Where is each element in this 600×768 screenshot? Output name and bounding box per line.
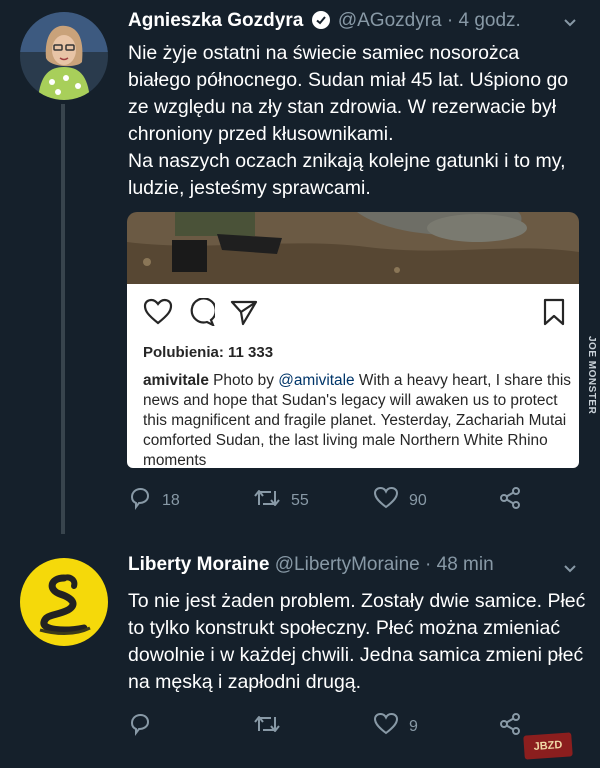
share-button[interactable] <box>498 712 522 741</box>
caption-user[interactable]: amivitale <box>143 372 209 389</box>
tweet-time[interactable]: · 4 godz. <box>447 10 521 31</box>
reply-icon <box>128 486 152 515</box>
tweet-header: Liberty Moraine @LibertyMoraine · 48 min <box>128 554 494 576</box>
reply-button[interactable] <box>128 712 162 741</box>
share-button[interactable] <box>498 486 522 515</box>
instagram-caption: amivitale Photo by @amivitale With a hea… <box>143 371 573 468</box>
tweet-actions: 18 55 90 <box>128 486 568 516</box>
retweet-count: 55 <box>291 491 309 509</box>
tweet-paragraph: Nie żyje ostatni na świecie samiec nosor… <box>128 42 569 145</box>
retweet-button[interactable]: 55 <box>253 486 309 515</box>
like-icon <box>373 486 399 515</box>
instagram-actions <box>143 297 268 331</box>
retweet-button[interactable] <box>253 712 291 741</box>
retweet-icon <box>253 486 281 515</box>
tweet-agnieszka: Agnieszka Gozdyra @AGozdyra · 4 godz. Ni… <box>0 0 600 534</box>
like-button[interactable]: 9 <box>373 712 418 741</box>
tweet-text: To nie jest żaden problem. Zostały dwie … <box>128 588 588 696</box>
avatar-liberty[interactable] <box>20 558 108 646</box>
retweet-icon <box>253 712 281 741</box>
like-count: 9 <box>409 717 418 735</box>
tweet-liberty: Liberty Moraine @LibertyMoraine · 48 min… <box>0 530 600 768</box>
like-button[interactable]: 90 <box>373 486 427 515</box>
tweet-header: Agnieszka Gozdyra @AGozdyra · 4 godz. <box>128 10 521 35</box>
tweet-time[interactable]: · 48 min <box>425 554 494 575</box>
author-handle[interactable]: @LibertyMoraine <box>275 554 420 575</box>
bookmark-icon[interactable] <box>543 298 565 331</box>
avatar-agnieszka[interactable] <box>20 12 108 100</box>
comment-icon[interactable] <box>187 297 225 330</box>
like-count: 90 <box>409 491 427 509</box>
watermark: JOE MONSTER <box>586 336 597 415</box>
reply-count: 18 <box>162 491 180 509</box>
instagram-likes[interactable]: Polubienia: 11 333 <box>143 344 273 361</box>
chevron-down-icon[interactable] <box>562 14 578 35</box>
heart-icon[interactable] <box>143 298 183 330</box>
chevron-down-icon[interactable] <box>562 560 578 581</box>
author-name[interactable]: Agnieszka Gozdyra <box>128 10 303 31</box>
tweet-text: Nie żyje ostatni na świecie samiec nosor… <box>128 40 573 202</box>
caption-prefix: Photo by <box>213 372 274 389</box>
reply-button[interactable]: 18 <box>128 486 180 515</box>
tweet-photo[interactable] <box>127 212 579 284</box>
reply-icon <box>128 712 152 741</box>
author-name[interactable]: Liberty Moraine <box>128 554 269 575</box>
thread-line <box>61 104 65 534</box>
share-icon <box>498 712 522 741</box>
verified-icon <box>311 11 330 35</box>
instagram-embed[interactable]: Polubienia: 11 333 amivitale Photo by @a… <box>127 284 579 468</box>
tweet-paragraph: Na naszych oczach znikają kolejne gatunk… <box>128 150 566 199</box>
share-icon <box>498 486 522 515</box>
tweet-paragraph: To nie jest żaden problem. Zostały dwie … <box>128 590 586 693</box>
jbzd-badge: JBZD <box>523 732 573 760</box>
like-icon <box>373 712 399 741</box>
tweet-actions: 9 <box>128 712 568 742</box>
author-handle[interactable]: @AGozdyra <box>338 10 442 31</box>
caption-mention[interactable]: @amivitale <box>278 372 354 389</box>
send-icon[interactable] <box>230 300 268 330</box>
